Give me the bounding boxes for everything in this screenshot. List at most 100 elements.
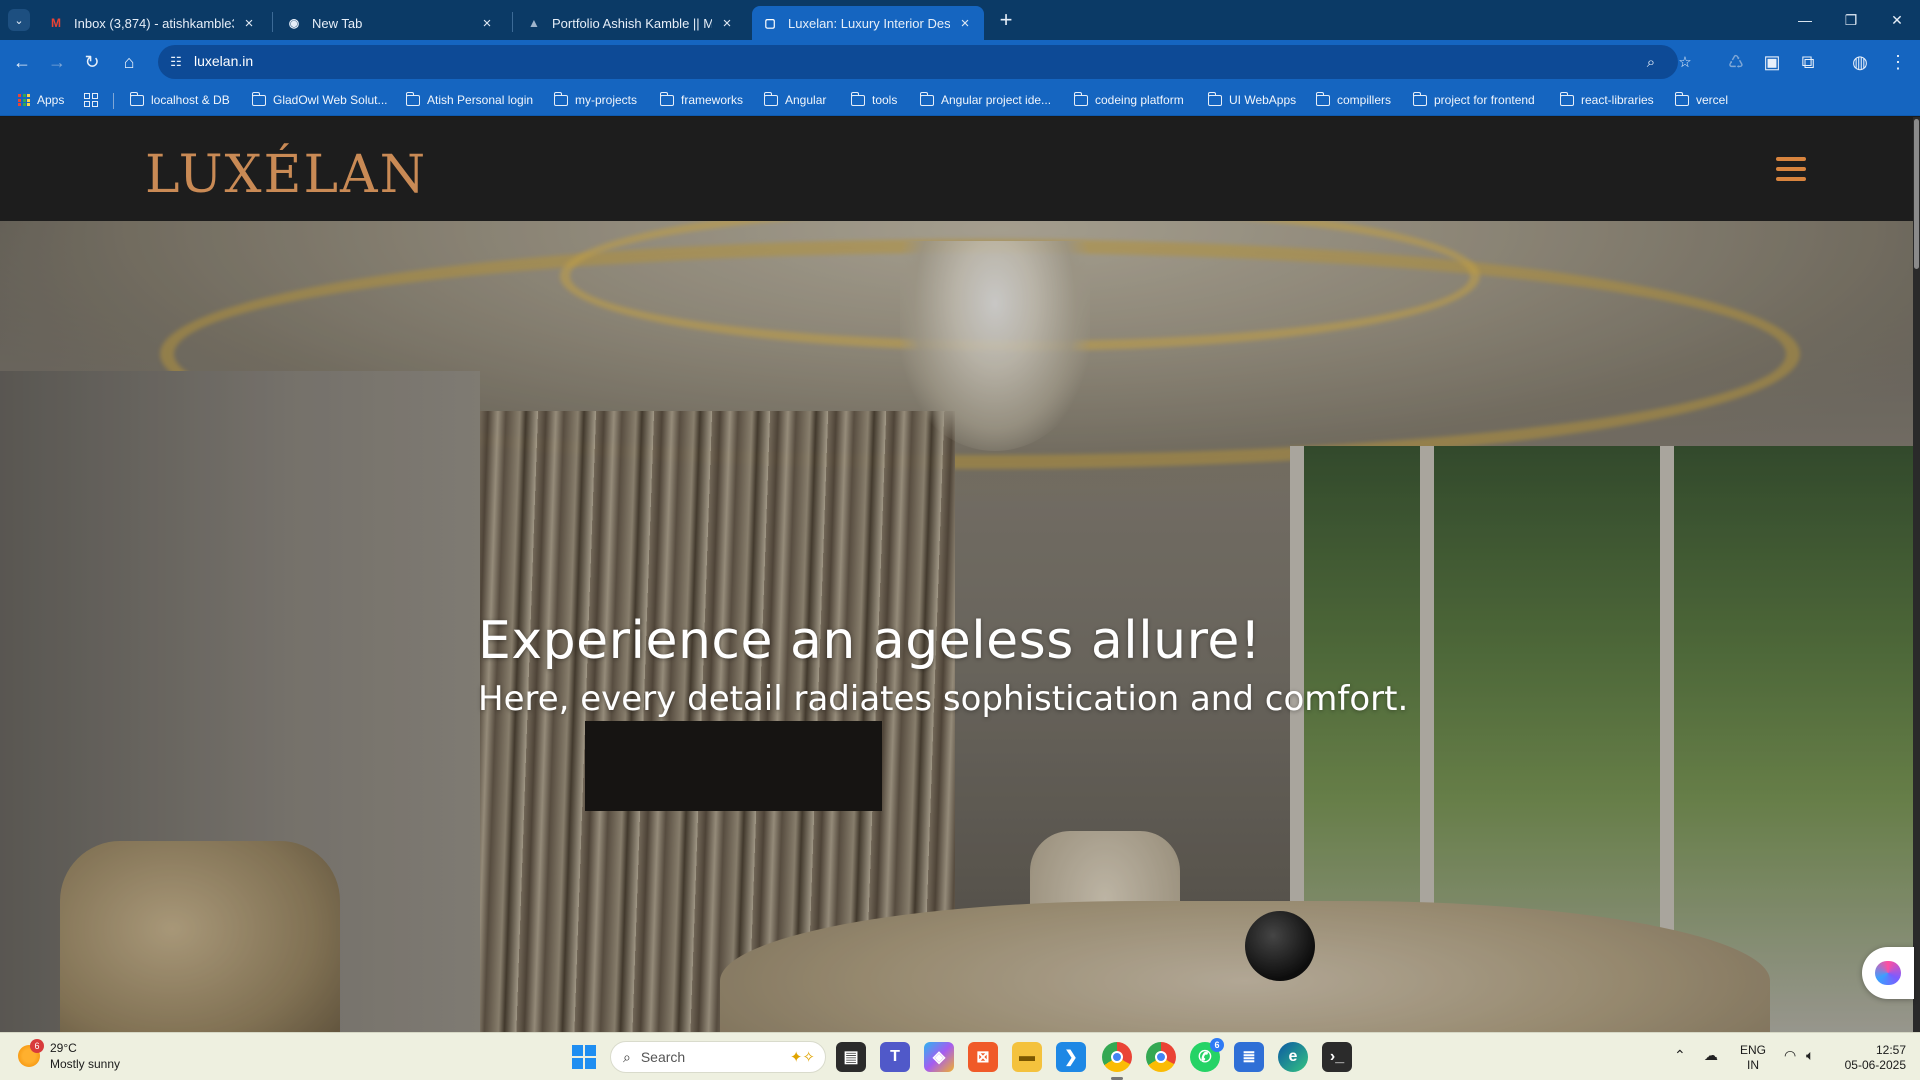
address-bar[interactable]: ☷ luxelan.in ⌕ ☆ [158, 45, 1692, 79]
edge-icon[interactable]: e [1278, 1042, 1308, 1072]
folder-icon [1207, 91, 1222, 106]
bookmark-folder[interactable]: GladOwl Web Solut... [251, 90, 388, 110]
bookmark-folder[interactable]: vercel [1674, 90, 1728, 110]
restore-button[interactable]: ❐ [1828, 0, 1874, 40]
menu-kebab-icon[interactable]: ⋮ [1886, 50, 1910, 74]
input-language[interactable]: ENG IN [1740, 1043, 1766, 1073]
site-info-icon[interactable]: ☷ [166, 52, 186, 72]
close-icon[interactable]: × [718, 14, 736, 32]
site-logo[interactable]: LUXÉLAN [145, 145, 427, 205]
back-button[interactable]: ← [10, 50, 34, 74]
tab-new-tab[interactable]: ◉ New Tab × [276, 6, 506, 40]
web-page: LUXÉLAN Experience an ageless allure! He… [0, 117, 1920, 1032]
bookmark-folder[interactable]: project for frontend [1412, 90, 1535, 110]
copilot-icon[interactable]: ◈ [924, 1042, 954, 1072]
folder-icon [1412, 91, 1427, 106]
hero-title: Experience an ageless allure! [478, 611, 1262, 671]
bookmark-folder[interactable]: frameworks [659, 90, 743, 110]
sun-icon: 6 [18, 1039, 44, 1067]
bookmark-label: Apps [37, 93, 65, 107]
close-icon[interactable]: × [240, 14, 258, 32]
onedrive-icon[interactable]: ☁ [1704, 1047, 1718, 1064]
search-icon: ⌕ [623, 1048, 631, 1065]
wifi-icon[interactable]: ◠ [1784, 1047, 1796, 1064]
bookmark-label: Angular [785, 93, 827, 107]
bookmark-folder[interactable]: my-projects [553, 90, 637, 110]
folder-icon [129, 91, 144, 106]
profile-avatar[interactable]: ◍ [1848, 50, 1872, 74]
notepad-icon[interactable]: ≣ [1234, 1042, 1264, 1072]
minimize-button[interactable]: — [1782, 0, 1828, 40]
bookmark-folder[interactable]: compillers [1315, 90, 1392, 110]
taskbar-search[interactable]: ⌕ Search ✦✧ [610, 1041, 826, 1073]
bookmark-folder[interactable]: Atish Personal login [405, 90, 533, 110]
bookmark-folder[interactable]: localhost & DB [129, 90, 230, 110]
terminal-icon[interactable]: ›_ [1322, 1042, 1352, 1072]
reload-button[interactable]: ↻ [80, 50, 104, 74]
bookmark-star-icon[interactable]: ☆ [1674, 51, 1696, 73]
bookmark-folder[interactable]: tools [850, 90, 897, 110]
bookmark-folder[interactable]: UI WebApps [1207, 90, 1297, 110]
chrome-icon[interactable] [1102, 1042, 1132, 1072]
extension-icon[interactable]: ♺ [1724, 50, 1748, 74]
weather-widget[interactable]: 6 29°C Mostly sunny [18, 1039, 121, 1072]
windows-start-icon[interactable] [572, 1045, 596, 1069]
bookmark-label: UI WebApps [1229, 93, 1297, 107]
close-window-button[interactable]: ✕ [1874, 0, 1920, 40]
folder-icon [659, 91, 674, 106]
task-view-icon[interactable]: ▤ [836, 1042, 866, 1072]
bookmark-folder[interactable]: Angular [763, 90, 827, 110]
language-code: ENG [1740, 1043, 1767, 1057]
whatsapp-icon[interactable]: ✆ 6 [1190, 1038, 1224, 1072]
tab-separator [512, 12, 513, 32]
tab-group-icon[interactable]: ▣ [1760, 50, 1784, 74]
folder-icon [763, 91, 778, 106]
hero-subtitle: Here, every detail radiates sophisticati… [478, 679, 1409, 719]
site-header: LUXÉLAN [0, 117, 1913, 221]
xampp-icon[interactable]: ⊠ [968, 1042, 998, 1072]
bookmark-folder[interactable]: Angular project ide... [919, 90, 1052, 110]
close-icon[interactable]: × [956, 14, 974, 32]
vscode-icon[interactable]: ❯ [1056, 1042, 1086, 1072]
extensions-puzzle-icon[interactable]: ⧉ [1796, 50, 1820, 74]
folder-icon [1559, 91, 1574, 106]
tab-separator [272, 12, 273, 32]
show-hidden-icons-chevron[interactable]: ⌃ [1674, 1047, 1686, 1064]
chat-widget-button[interactable] [1862, 947, 1914, 999]
clock-time: 12:57 [1875, 1043, 1906, 1057]
file-explorer-icon[interactable]: ▬ [1012, 1042, 1042, 1072]
bookmark-separator [113, 93, 114, 109]
zoom-icon[interactable]: ⌕ [1640, 51, 1662, 73]
home-button[interactable]: ⌂ [117, 50, 141, 74]
bookmark-label: Angular project ide... [941, 93, 1052, 107]
page-scrollbar[interactable] [1913, 117, 1920, 1032]
tab-gmail[interactable]: M Inbox (3,874) - atishkamble398 × [38, 6, 268, 40]
chrome-profile-icon[interactable] [1146, 1042, 1176, 1072]
new-tab-button[interactable]: + [994, 7, 1018, 32]
system-clock[interactable]: 12:57 05-06-2025 [1836, 1043, 1906, 1073]
bookmark-folder[interactable]: react-libraries [1559, 90, 1654, 110]
scroll-thumb[interactable] [1914, 119, 1919, 269]
tab-portfolio[interactable]: ▲ Portfolio Ashish Kamble || MERN × [516, 6, 746, 40]
tab-title: Portfolio Ashish Kamble || MERN [552, 15, 712, 31]
bookmark-apps[interactable]: Apps [18, 90, 64, 110]
tab-search-button[interactable]: ⌄ [8, 9, 30, 31]
bookmark-label: compillers [1337, 93, 1392, 107]
url-text[interactable]: luxelan.in [194, 53, 253, 69]
portfolio-icon: ▲ [528, 16, 540, 30]
forward-button[interactable]: → [45, 50, 69, 74]
hamburger-menu-icon[interactable] [1776, 157, 1806, 181]
teams-icon[interactable]: T [880, 1042, 910, 1072]
page-icon: ▢ [764, 16, 776, 30]
tab-luxelan[interactable]: ▢ Luxelan: Luxury Interior Design × [752, 6, 984, 40]
bookmark-label: localhost & DB [151, 93, 230, 107]
weather-temp: 29°C [50, 1041, 77, 1055]
weather-condition: Mostly sunny [50, 1057, 121, 1071]
folder-icon [1674, 91, 1689, 106]
volume-icon[interactable]: 🔈︎ [1806, 1047, 1814, 1064]
bookmark-folder[interactable]: codeing platform [1073, 90, 1184, 110]
tab-groups-grid-icon[interactable] [84, 93, 98, 107]
whatsapp-badge: 6 [1210, 1038, 1224, 1052]
folder-icon [1315, 91, 1330, 106]
close-icon[interactable]: × [478, 14, 496, 32]
